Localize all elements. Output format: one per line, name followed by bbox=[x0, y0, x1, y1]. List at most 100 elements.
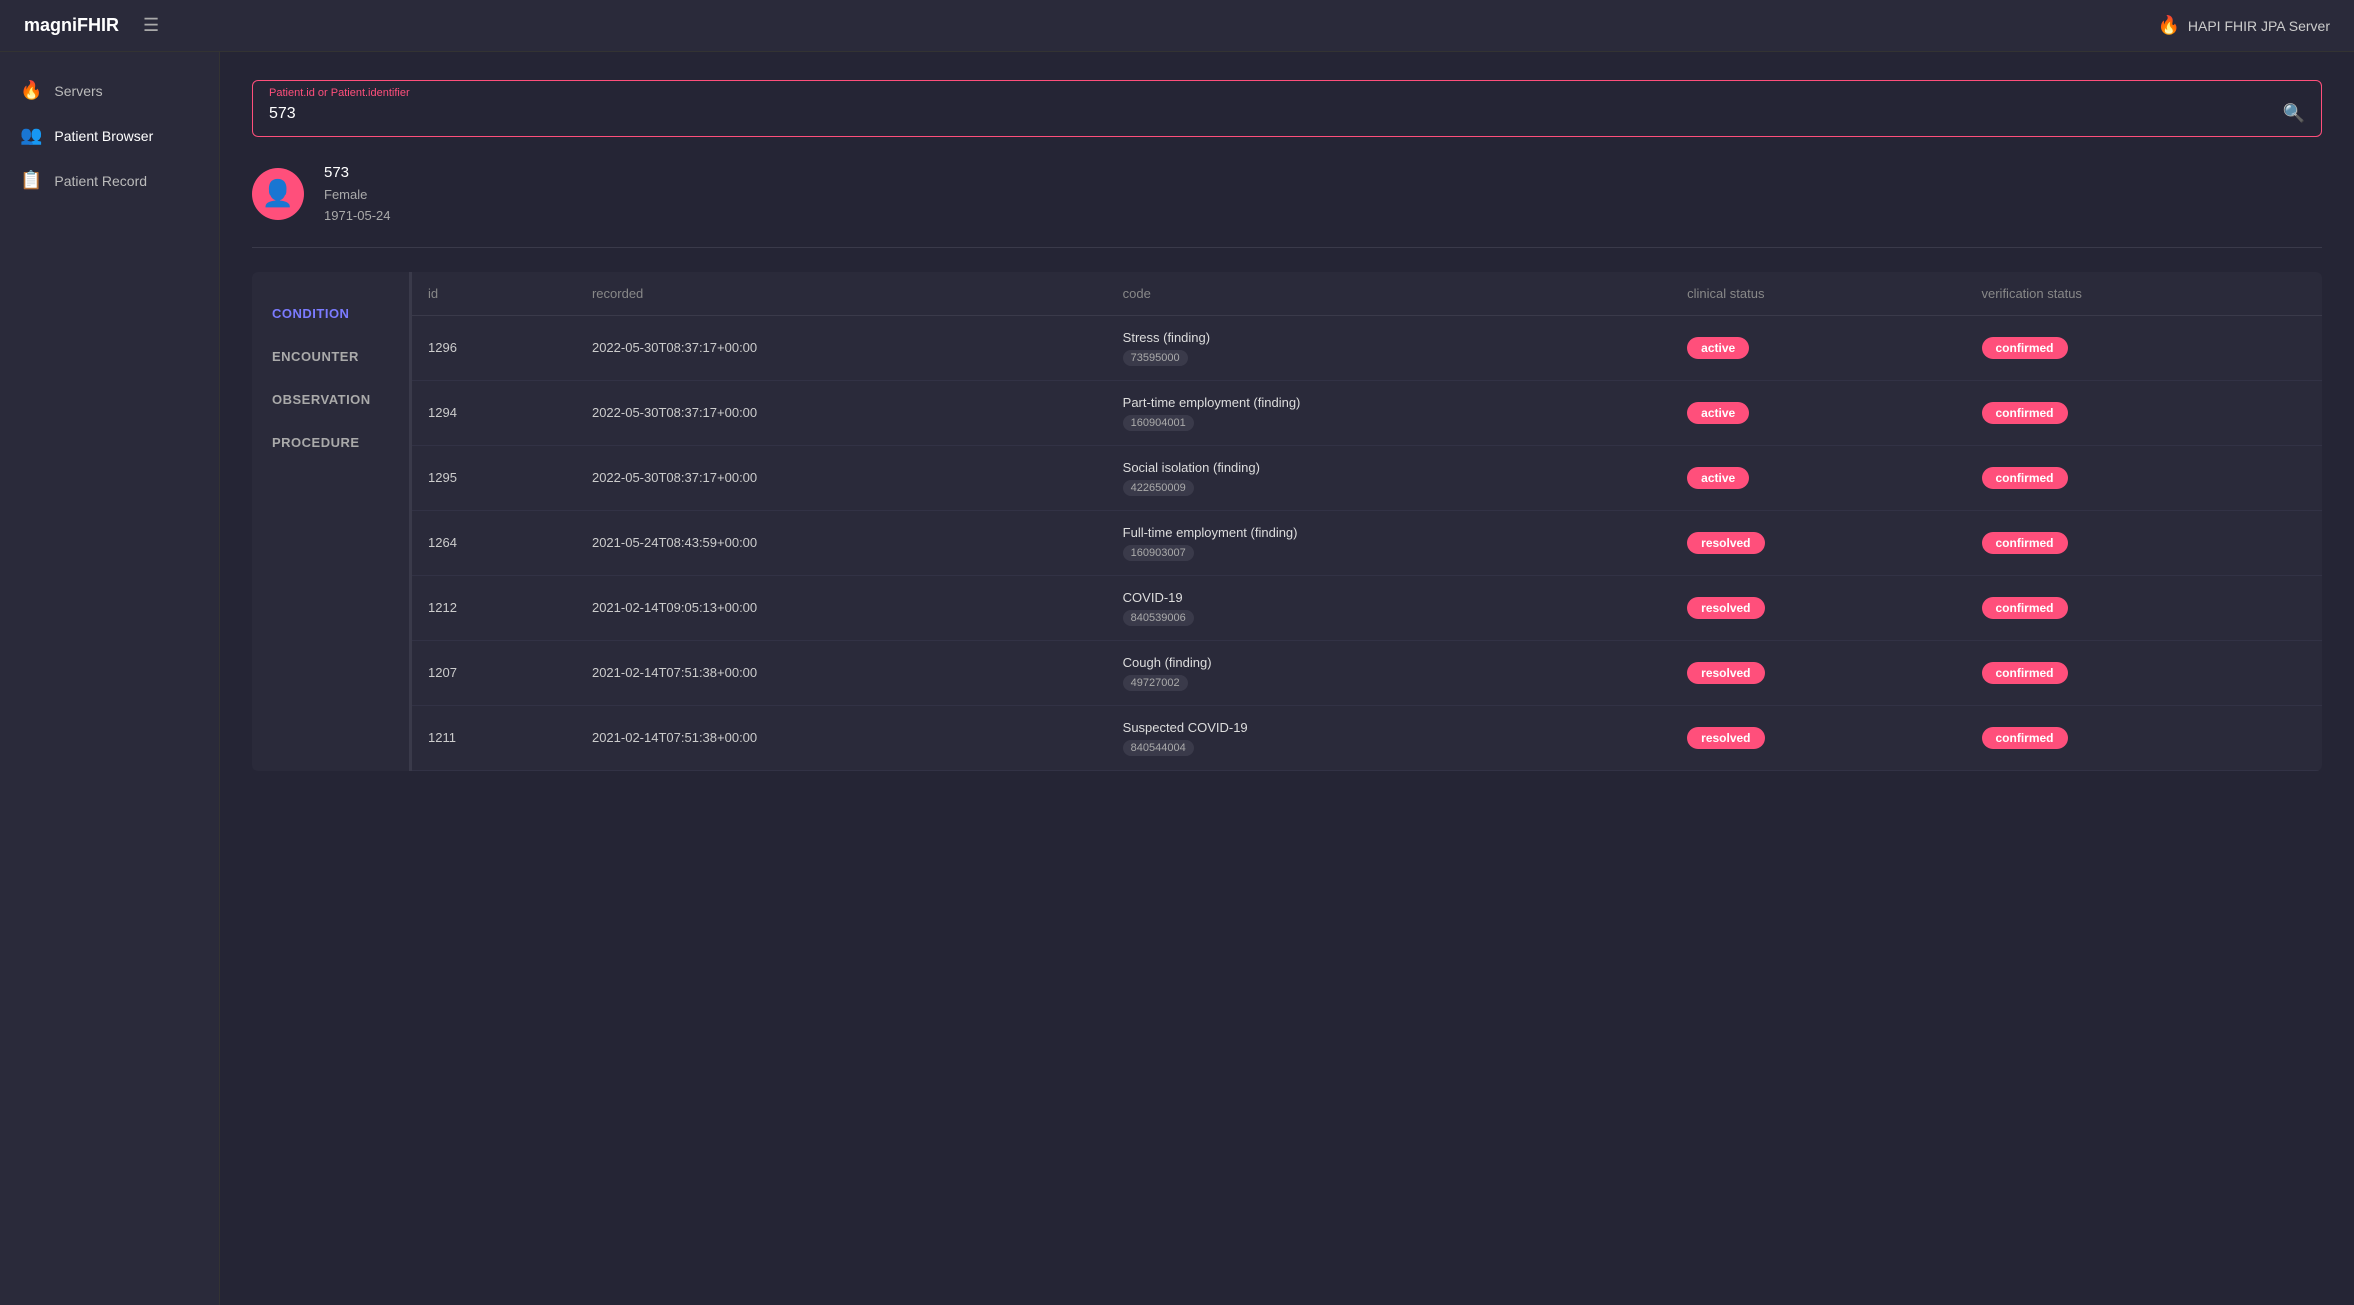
code-name: Part-time employment (finding) bbox=[1123, 395, 1656, 410]
cell-clinical-status: resolved bbox=[1671, 705, 1965, 770]
code-name: Full-time employment (finding) bbox=[1123, 525, 1656, 540]
code-name: Suspected COVID-19 bbox=[1123, 720, 1656, 735]
table-area: id recorded code clinical status verific… bbox=[412, 272, 2322, 771]
clinical-status-badge: active bbox=[1687, 467, 1749, 489]
code-badge: 160904001 bbox=[1123, 415, 1194, 431]
search-icon: 🔍 bbox=[2283, 103, 2305, 123]
cell-recorded: 2021-05-24T08:43:59+00:00 bbox=[576, 510, 1107, 575]
table-row[interactable]: 1294 2022-05-30T08:37:17+00:00 Part-time… bbox=[412, 380, 2322, 445]
table-row[interactable]: 1264 2021-05-24T08:43:59+00:00 Full-time… bbox=[412, 510, 2322, 575]
cell-recorded: 2021-02-14T09:05:13+00:00 bbox=[576, 575, 1107, 640]
cell-id: 1295 bbox=[412, 445, 576, 510]
patient-gender: Female bbox=[324, 185, 391, 206]
col-clinical-status: clinical status bbox=[1671, 272, 1965, 316]
sidebar-item-patient-record-label: Patient Record bbox=[54, 173, 147, 189]
verification-status-badge: confirmed bbox=[1982, 662, 2068, 684]
cell-id: 1211 bbox=[412, 705, 576, 770]
cell-code: COVID-19 840539006 bbox=[1107, 575, 1672, 640]
clinical-status-badge: resolved bbox=[1687, 727, 1764, 749]
app-title: magniFHIR bbox=[24, 15, 119, 36]
cell-verification-status: confirmed bbox=[1966, 575, 2323, 640]
table-row[interactable]: 1212 2021-02-14T09:05:13+00:00 COVID-19 … bbox=[412, 575, 2322, 640]
search-label: Patient.id or Patient.identifier bbox=[269, 87, 2305, 99]
code-badge: 840539006 bbox=[1123, 610, 1194, 626]
verification-status-badge: confirmed bbox=[1982, 467, 2068, 489]
search-button[interactable]: 🔍 bbox=[2283, 103, 2305, 124]
cell-recorded: 2022-05-30T08:37:17+00:00 bbox=[576, 315, 1107, 380]
left-nav-observation[interactable]: OBSERVATION bbox=[252, 378, 409, 421]
col-id: id bbox=[412, 272, 576, 316]
content-panel: CONDITION ENCOUNTER OBSERVATION PROCEDUR… bbox=[252, 272, 2322, 771]
verification-status-badge: confirmed bbox=[1982, 532, 2068, 554]
patient-id: 573 bbox=[324, 161, 391, 185]
search-input[interactable] bbox=[269, 105, 2283, 123]
cell-clinical-status: resolved bbox=[1671, 510, 1965, 575]
cell-recorded: 2022-05-30T08:37:17+00:00 bbox=[576, 445, 1107, 510]
server-info: 🔥 HAPI FHIR JPA Server bbox=[2157, 15, 2330, 36]
cell-id: 1294 bbox=[412, 380, 576, 445]
code-badge: 49727002 bbox=[1123, 675, 1188, 691]
sidebar-item-patient-browser[interactable]: 👥 Patient Browser bbox=[0, 113, 219, 158]
verification-status-badge: confirmed bbox=[1982, 597, 2068, 619]
cell-verification-status: confirmed bbox=[1966, 445, 2323, 510]
hamburger-icon[interactable]: ☰ bbox=[143, 15, 159, 36]
cell-id: 1264 bbox=[412, 510, 576, 575]
left-nav-encounter[interactable]: ENCOUNTER bbox=[252, 335, 409, 378]
sidebar-item-servers[interactable]: 🔥 Servers bbox=[0, 68, 219, 113]
col-verification-status: verification status bbox=[1966, 272, 2323, 316]
left-nav-procedure[interactable]: PROCEDURE bbox=[252, 421, 409, 464]
clinical-status-badge: active bbox=[1687, 337, 1749, 359]
code-badge: 73595000 bbox=[1123, 350, 1188, 366]
cell-code: Cough (finding) 49727002 bbox=[1107, 640, 1672, 705]
cell-code: Part-time employment (finding) 160904001 bbox=[1107, 380, 1672, 445]
cell-verification-status: confirmed bbox=[1966, 510, 2323, 575]
clinical-status-badge: active bbox=[1687, 402, 1749, 424]
table-row[interactable]: 1296 2022-05-30T08:37:17+00:00 Stress (f… bbox=[412, 315, 2322, 380]
fire-icon: 🔥 bbox=[2157, 15, 2179, 36]
clinical-status-badge: resolved bbox=[1687, 597, 1764, 619]
server-label: HAPI FHIR JPA Server bbox=[2188, 18, 2330, 34]
left-nav-condition[interactable]: CONDITION bbox=[252, 292, 409, 335]
cell-clinical-status: active bbox=[1671, 380, 1965, 445]
verification-status-badge: confirmed bbox=[1982, 402, 2068, 424]
cell-code: Suspected COVID-19 840544004 bbox=[1107, 705, 1672, 770]
cell-code: Social isolation (finding) 422650009 bbox=[1107, 445, 1672, 510]
avatar-icon: 👤 bbox=[262, 178, 294, 209]
cell-verification-status: confirmed bbox=[1966, 705, 2323, 770]
code-badge: 422650009 bbox=[1123, 480, 1194, 496]
code-name: COVID-19 bbox=[1123, 590, 1656, 605]
cell-verification-status: confirmed bbox=[1966, 380, 2323, 445]
sidebar-item-patient-record[interactable]: 📋 Patient Record bbox=[0, 158, 219, 203]
cell-code: Stress (finding) 73595000 bbox=[1107, 315, 1672, 380]
code-badge: 160903007 bbox=[1123, 545, 1194, 561]
clinical-status-badge: resolved bbox=[1687, 662, 1764, 684]
clinical-status-badge: resolved bbox=[1687, 532, 1764, 554]
table-row[interactable]: 1211 2021-02-14T07:51:38+00:00 Suspected… bbox=[412, 705, 2322, 770]
cell-id: 1207 bbox=[412, 640, 576, 705]
table-row[interactable]: 1295 2022-05-30T08:37:17+00:00 Social is… bbox=[412, 445, 2322, 510]
verification-status-badge: confirmed bbox=[1982, 727, 2068, 749]
cell-id: 1212 bbox=[412, 575, 576, 640]
cell-recorded: 2021-02-14T07:51:38+00:00 bbox=[576, 705, 1107, 770]
code-badge: 840544004 bbox=[1123, 740, 1194, 756]
cell-clinical-status: resolved bbox=[1671, 575, 1965, 640]
patient-record-icon: 📋 bbox=[20, 170, 42, 191]
code-name: Cough (finding) bbox=[1123, 655, 1656, 670]
table-row[interactable]: 1207 2021-02-14T07:51:38+00:00 Cough (fi… bbox=[412, 640, 2322, 705]
col-recorded: recorded bbox=[576, 272, 1107, 316]
code-name: Social isolation (finding) bbox=[1123, 460, 1656, 475]
code-name: Stress (finding) bbox=[1123, 330, 1656, 345]
cell-clinical-status: resolved bbox=[1671, 640, 1965, 705]
sidebar: 🔥 Servers 👥 Patient Browser 📋 Patient Re… bbox=[0, 52, 220, 1305]
col-code: code bbox=[1107, 272, 1672, 316]
cell-verification-status: confirmed bbox=[1966, 315, 2323, 380]
patient-card: 👤 573 Female 1971-05-24 bbox=[252, 161, 2322, 248]
sidebar-item-servers-label: Servers bbox=[54, 83, 102, 99]
sidebar-item-patient-browser-label: Patient Browser bbox=[54, 128, 153, 144]
search-box: Patient.id or Patient.identifier 🔍 bbox=[252, 80, 2322, 137]
verification-status-badge: confirmed bbox=[1982, 337, 2068, 359]
cell-clinical-status: active bbox=[1671, 315, 1965, 380]
left-nav: CONDITION ENCOUNTER OBSERVATION PROCEDUR… bbox=[252, 272, 412, 771]
patient-browser-icon: 👥 bbox=[20, 125, 42, 146]
conditions-table: id recorded code clinical status verific… bbox=[412, 272, 2322, 771]
